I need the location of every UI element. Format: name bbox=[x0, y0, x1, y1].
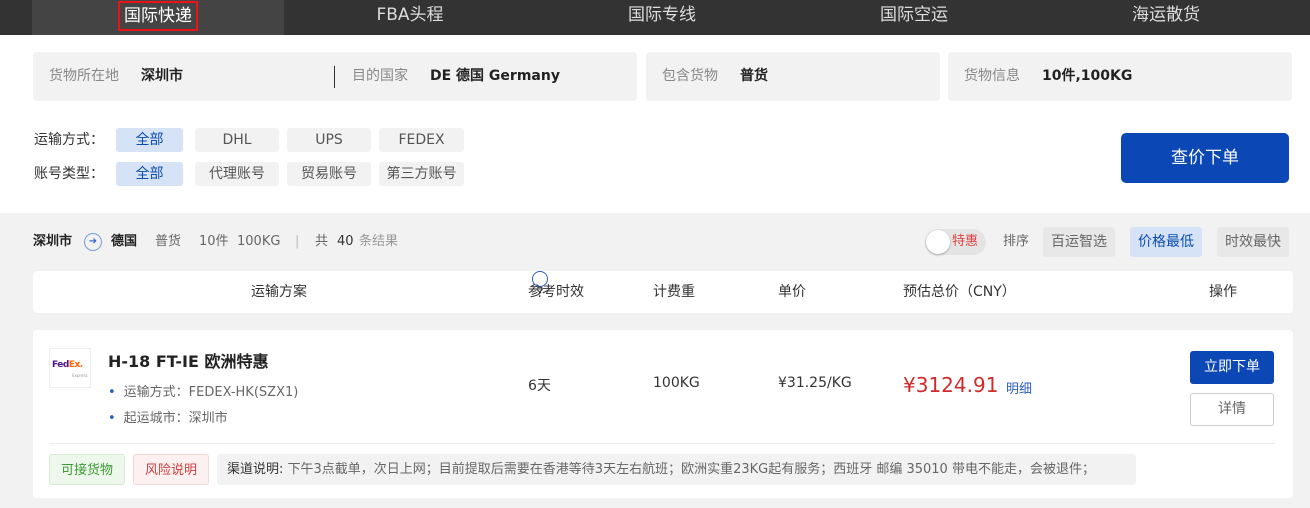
cargo-info-label: 货物信息 bbox=[964, 68, 1020, 84]
toggle-knob bbox=[926, 230, 950, 254]
tab-international-express[interactable]: 国际快递 bbox=[32, 0, 284, 35]
sort-smart-button[interactable]: 百运智选 bbox=[1043, 227, 1115, 257]
plan-weight: 100KG bbox=[653, 375, 700, 391]
search-panel: 货物所在地 深圳市 目的国家 DE 德国 Germany 包含货物 普货 货物信… bbox=[0, 35, 1310, 213]
summary-pieces: 10件 bbox=[199, 234, 229, 249]
account-option-all[interactable]: 全部 bbox=[116, 162, 183, 186]
special-offer-toggle[interactable]: 特惠 bbox=[925, 229, 986, 255]
channel-label: 渠道说明: bbox=[227, 462, 284, 477]
sort-price-button[interactable]: 价格最低 bbox=[1130, 227, 1202, 257]
top-nav: 国际快递 FBA头程 国际专线 国际空运 海运散货 bbox=[0, 0, 1310, 35]
fedex-logo: FedEx. Express bbox=[49, 348, 91, 388]
sort-time-button[interactable]: 时效最快 bbox=[1217, 227, 1289, 257]
result-card: FedEx. Express H-18 FT-IE 欧洲特惠 • 运输方式：FED… bbox=[33, 330, 1293, 498]
account-type-label: 账号类型： bbox=[34, 166, 104, 182]
cargo-info-field[interactable]: 货物信息 10件,100KG bbox=[948, 52, 1292, 101]
header-action: 操作 bbox=[1209, 284, 1237, 300]
summary-destination: 德国 bbox=[111, 234, 138, 249]
header-weight: 计费重 bbox=[653, 284, 695, 300]
origin-value[interactable]: 深圳市 bbox=[141, 52, 183, 101]
origin-destination-field[interactable]: 货物所在地 深圳市 目的国家 DE 德国 Germany bbox=[33, 52, 637, 101]
channel-description: 渠道说明: 下午3点截单，次日上网；目前提取后需要在香港等待3天左右航班；欧洲实… bbox=[217, 454, 1136, 485]
account-option-trade[interactable]: 贸易账号 bbox=[287, 162, 371, 186]
card-divider bbox=[49, 443, 1275, 444]
details-button[interactable]: 详情 bbox=[1190, 393, 1274, 426]
tab-international-line[interactable]: 国际专线 bbox=[536, 0, 788, 35]
price-detail-link[interactable]: 明细 bbox=[1006, 378, 1032, 397]
summary-weight: 100KG bbox=[237, 234, 281, 249]
plan-total-price: ¥3124.91 bbox=[903, 373, 999, 397]
cargo-label: 包含货物 bbox=[662, 68, 718, 84]
risk-notice-tag[interactable]: 风险说明 bbox=[133, 454, 209, 485]
tab-label: 国际快递 bbox=[118, 1, 198, 31]
field-divider bbox=[334, 66, 335, 88]
results-table-header: 运输方案 参考时效? 计费重 单价 预估总价（CNY） 操作 bbox=[33, 271, 1293, 313]
origin-label: 货物所在地 bbox=[49, 68, 119, 84]
cargo-type-field[interactable]: 包含货物 普货 bbox=[646, 52, 940, 101]
transport-option-fedex[interactable]: FEDEX bbox=[379, 128, 464, 152]
summary-total-prefix: 共 bbox=[315, 234, 329, 249]
plan-transport: • 运输方式：FEDEX-HK(SZX1) bbox=[108, 385, 299, 400]
fedex-logo-subtext: Express bbox=[72, 373, 88, 378]
header-plan: 运输方案 bbox=[251, 284, 307, 300]
plan-unit-price: ¥31.25/KG bbox=[778, 375, 852, 391]
summary-separator: | bbox=[295, 234, 300, 249]
transport-option-dhl[interactable]: DHL bbox=[195, 128, 279, 152]
account-option-third-party[interactable]: 第三方账号 bbox=[379, 162, 464, 186]
search-price-button[interactable]: 查价下单 bbox=[1121, 133, 1289, 183]
special-offer-label: 特惠 bbox=[952, 234, 979, 249]
bullet-icon: • bbox=[108, 411, 116, 426]
header-total: 预估总价（CNY） bbox=[903, 284, 1016, 300]
acceptable-goods-tag[interactable]: 可接货物 bbox=[49, 454, 125, 485]
arrow-right-icon: ➜ bbox=[84, 233, 102, 251]
summary-origin: 深圳市 bbox=[33, 234, 73, 249]
bullet-icon: • bbox=[108, 385, 116, 400]
transport-option-all[interactable]: 全部 bbox=[116, 128, 183, 152]
cargo-value: 普货 bbox=[740, 68, 768, 84]
fedex-logo-text: FedEx. bbox=[52, 360, 83, 370]
transport-label: 运输方式： bbox=[34, 132, 104, 148]
channel-text: 下午3点截单，次日上网；目前提取后需要在香港等待3天左右航班；欧洲实重23KG起… bbox=[283, 462, 1095, 477]
plan-time: 6天 bbox=[528, 378, 551, 394]
tab-sea-freight[interactable]: 海运散货 bbox=[1040, 0, 1292, 35]
order-now-button[interactable]: 立即下单 bbox=[1190, 351, 1274, 384]
plan-title: H-18 FT-IE 欧洲特惠 bbox=[108, 352, 269, 371]
header-unit-price: 单价 bbox=[778, 284, 806, 300]
tab-air-freight[interactable]: 国际空运 bbox=[788, 0, 1040, 35]
plan-start-city: • 起运城市：深圳市 bbox=[108, 411, 228, 426]
account-option-agent[interactable]: 代理账号 bbox=[195, 162, 279, 186]
summary-cargo: 普货 bbox=[155, 234, 182, 249]
summary-total-count: 40 bbox=[337, 234, 354, 249]
destination-label: 目的国家 bbox=[352, 68, 408, 84]
summary-total-suffix: 条结果 bbox=[359, 234, 399, 249]
cargo-info-value: 10件,100KG bbox=[1042, 68, 1133, 84]
destination-value[interactable]: DE 德国 Germany bbox=[430, 52, 560, 101]
help-icon[interactable]: ? bbox=[532, 271, 548, 301]
tab-fba[interactable]: FBA头程 bbox=[284, 0, 536, 35]
transport-option-ups[interactable]: UPS bbox=[287, 128, 371, 152]
sort-label: 排序 bbox=[1003, 234, 1030, 249]
